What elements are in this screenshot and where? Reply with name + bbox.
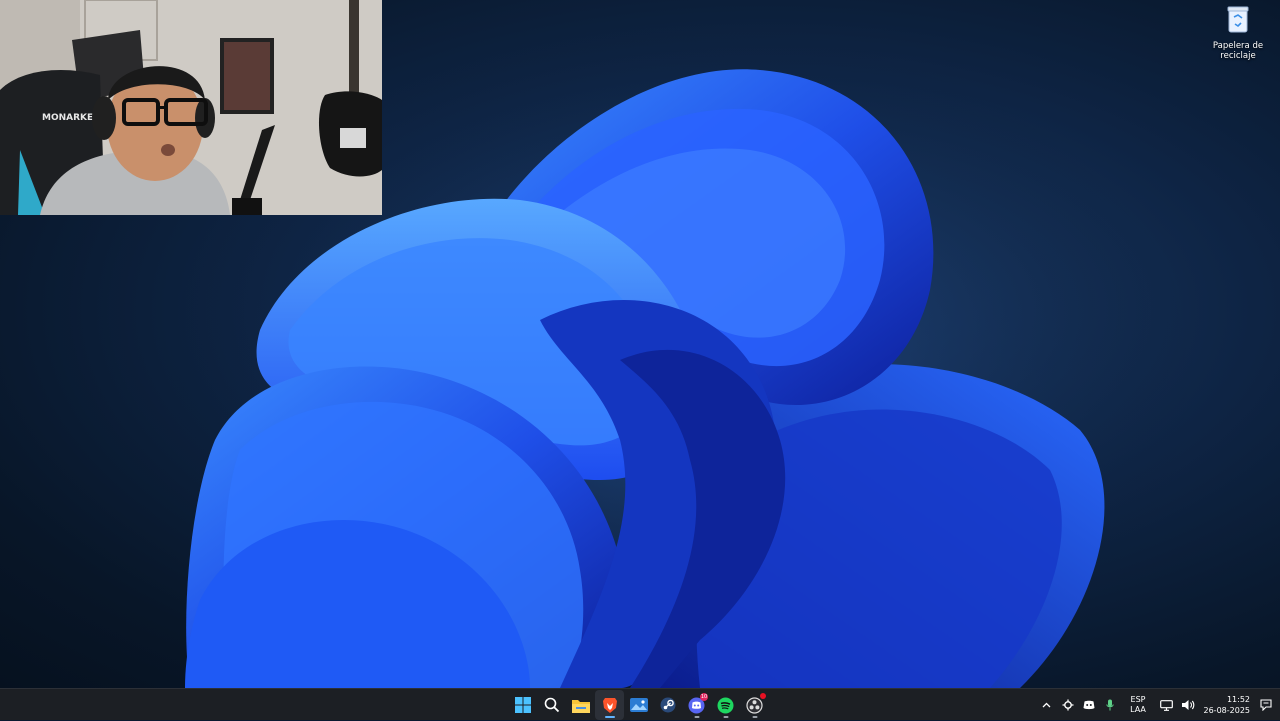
keyboard-layout-code: LAA (1130, 705, 1146, 714)
chair-brand-text: MONARKEY (42, 113, 100, 123)
discord-tray-icon (1083, 700, 1094, 710)
webcam-scene: MONARKEY (0, 0, 382, 215)
tray-microphone[interactable] (1099, 691, 1120, 719)
obs-icon (746, 696, 763, 714)
desktop[interactable]: MONARKEY Papelera de reciclaje (0, 0, 1280, 688)
tray-volume[interactable] (1177, 691, 1198, 719)
folder-icon (571, 699, 590, 713)
microphone-icon (1105, 699, 1114, 711)
desktop-icon-recycle-bin[interactable]: Papelera de reciclaje (1206, 4, 1270, 61)
language-code: ESP (1130, 695, 1146, 704)
tray-app-settings[interactable] (1057, 691, 1078, 719)
recycle-bin-label: Papelera de reciclaje (1212, 41, 1264, 61)
recycle-bin-icon (1227, 6, 1249, 33)
file-explorer-button[interactable] (566, 690, 595, 720)
notification-center-button[interactable] (1256, 691, 1276, 719)
taskbar-pinned-apps: 10 (508, 689, 769, 721)
brave-browser-icon (602, 697, 617, 713)
input-language-indicator[interactable]: ESP LAA (1124, 695, 1152, 715)
gear-tray-icon (1062, 699, 1073, 711)
discord-unread-badge: 10 (700, 693, 708, 701)
photos-icon (629, 698, 648, 712)
running-indicator (723, 716, 728, 718)
running-indicator (694, 716, 699, 718)
clock[interactable]: 11:52 26-08-2025 (1198, 694, 1251, 716)
taskbar: 10 ESP LAA 11:52 26-08-2025 (0, 688, 1280, 720)
spotify-button[interactable] (711, 690, 740, 720)
steam-icon (660, 697, 675, 713)
brave-browser-button[interactable] (595, 690, 624, 720)
start-button[interactable] (508, 690, 537, 720)
running-indicator (752, 716, 757, 718)
recording-indicator-dot (760, 693, 766, 699)
webcam-overlay: MONARKEY (0, 0, 382, 215)
spotify-icon (717, 697, 734, 713)
chevron-up-icon (1042, 702, 1051, 708)
tray-network[interactable] (1156, 691, 1177, 719)
discord-button[interactable]: 10 (682, 690, 711, 720)
system-tray: ESP LAA 11:52 26-08-2025 (1036, 689, 1280, 721)
show-hidden-icons-button[interactable] (1036, 691, 1057, 719)
search-icon (544, 697, 559, 713)
clock-date: 26-08-2025 (1203, 706, 1251, 715)
clock-time: 11:52 (1226, 695, 1250, 704)
windows-start-icon (514, 697, 531, 713)
search-button[interactable] (537, 690, 566, 720)
tray-discord[interactable] (1078, 691, 1099, 719)
obs-button[interactable] (740, 690, 769, 720)
network-icon (1160, 699, 1173, 711)
photos-button[interactable] (624, 690, 653, 720)
steam-button[interactable] (653, 690, 682, 720)
volume-icon (1181, 700, 1194, 710)
notification-icon (1260, 699, 1272, 711)
running-indicator (604, 716, 615, 718)
